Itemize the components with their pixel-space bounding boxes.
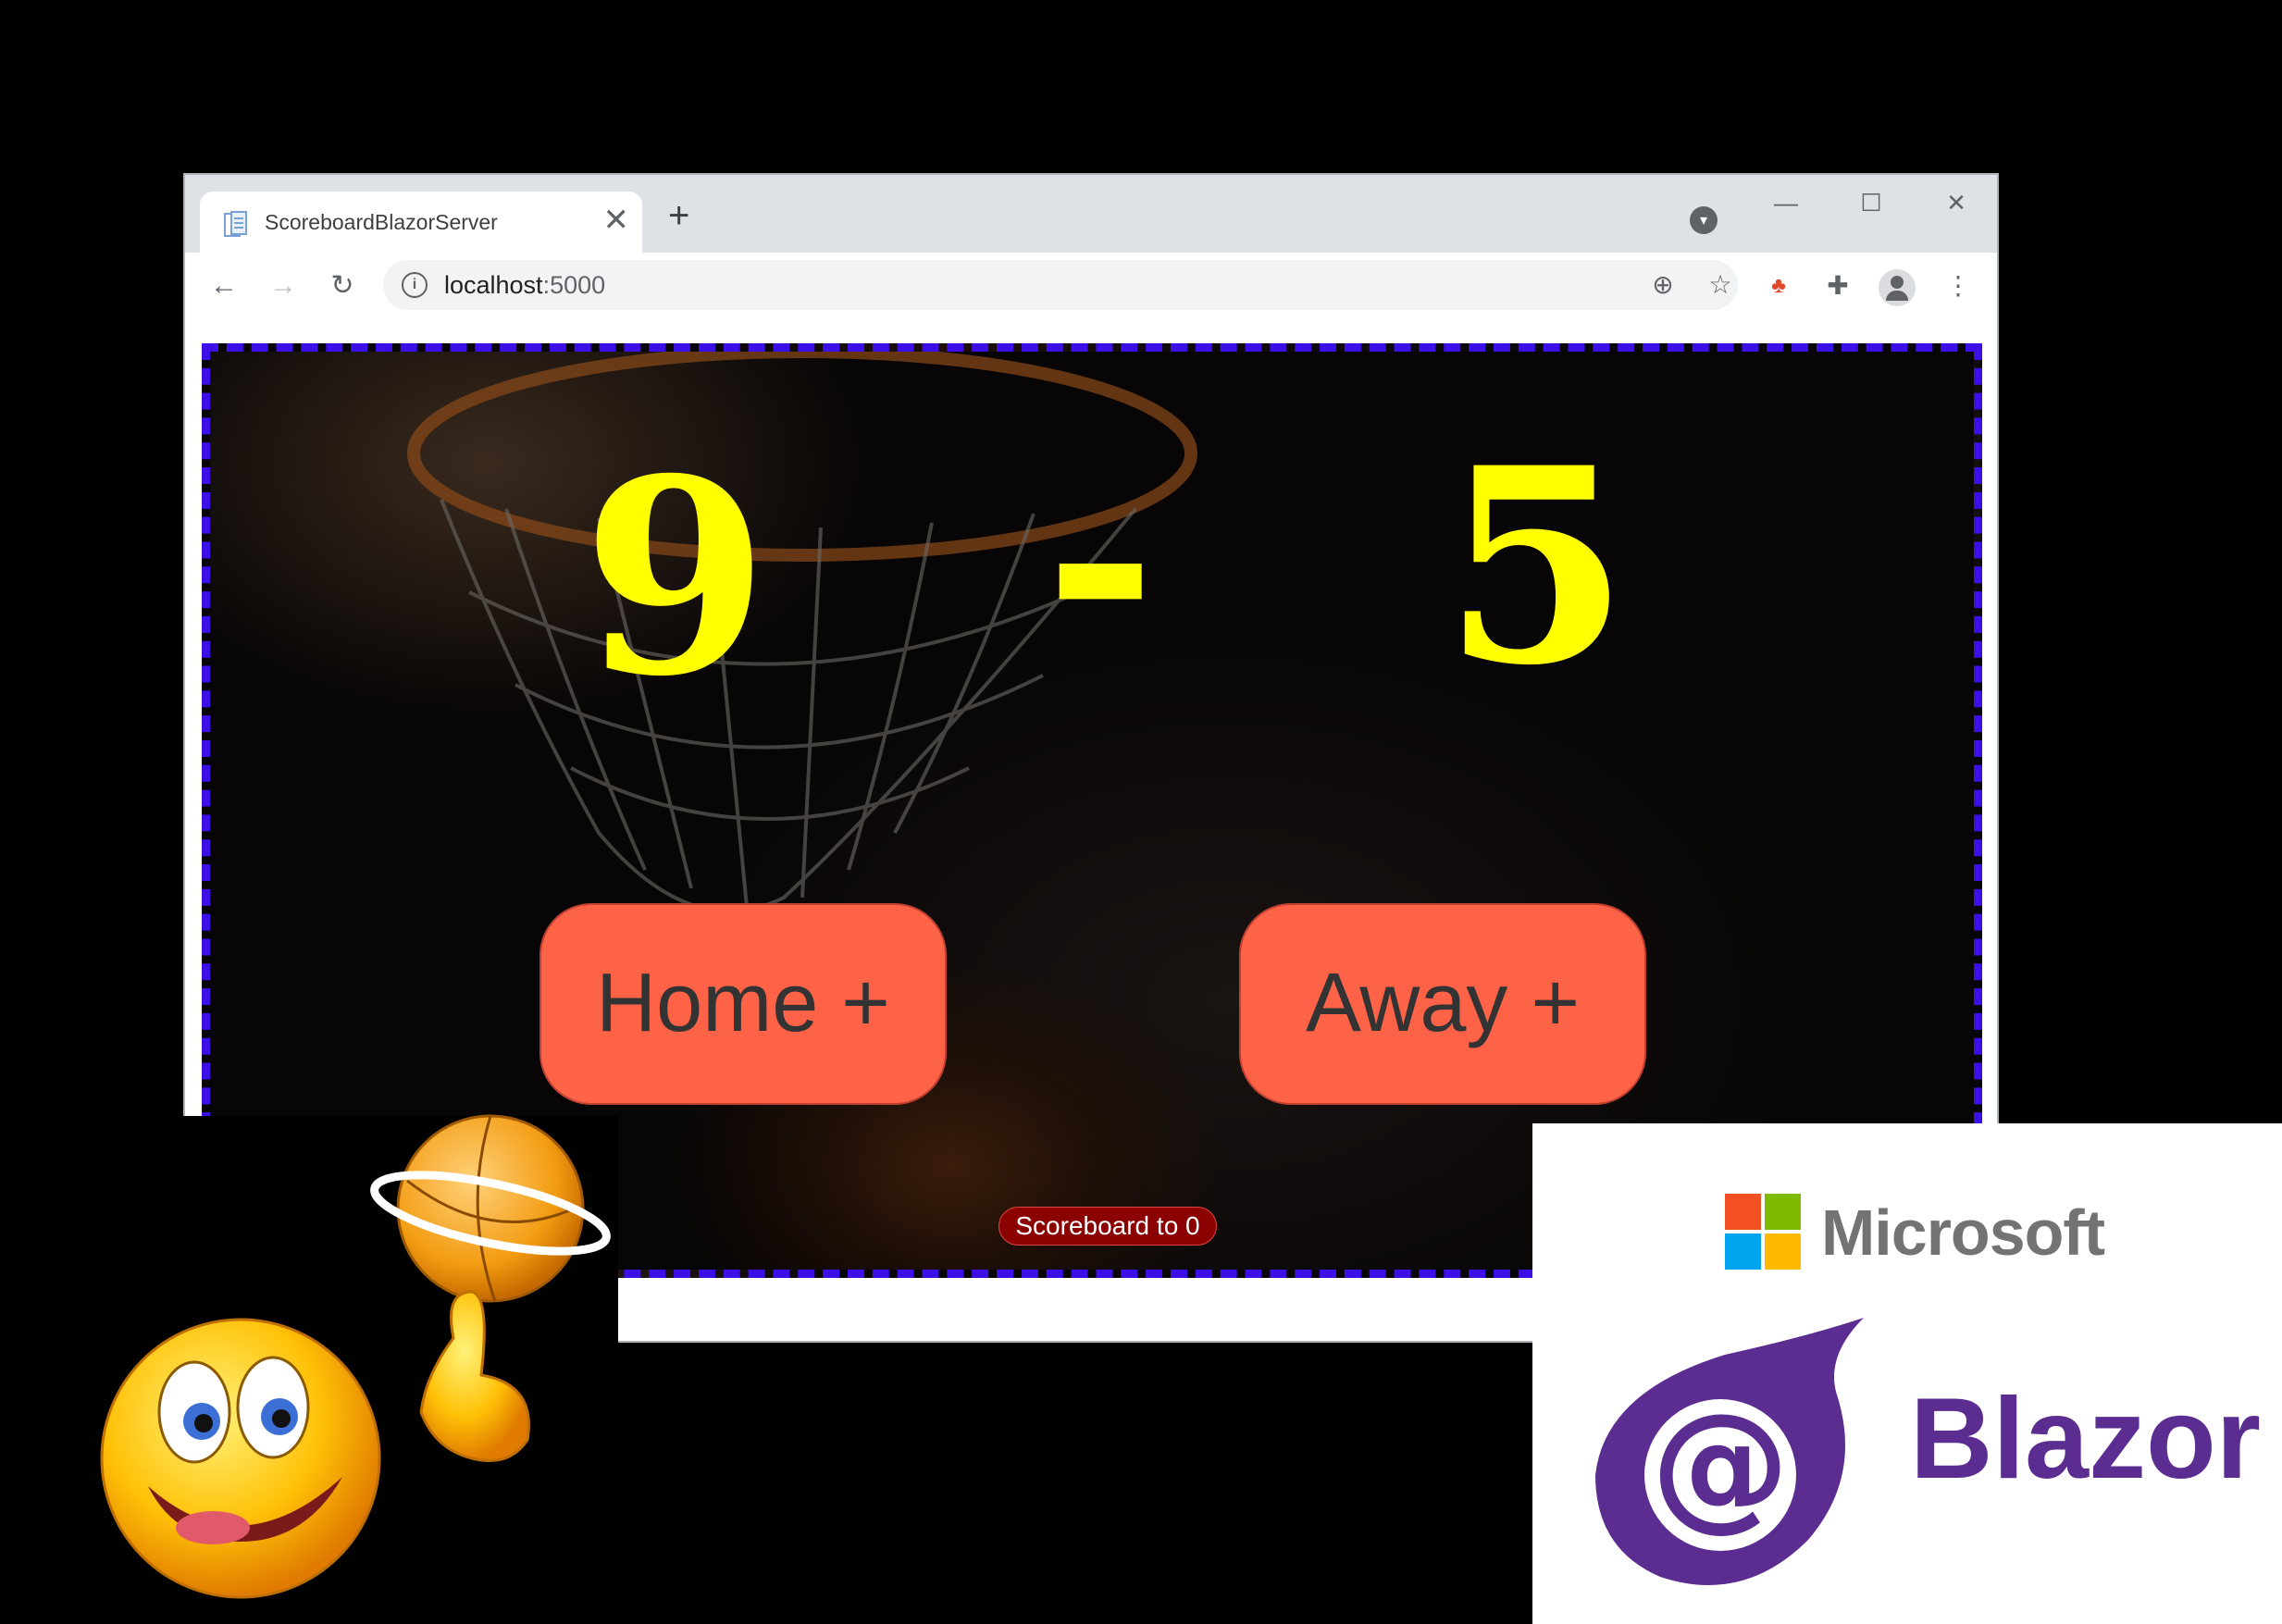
microsoft-wordmark: Microsoft [1821, 1196, 2105, 1269]
reload-icon[interactable]: ↻ [324, 267, 361, 304]
tab-strip: ScoreboardBlazorServer ✕ + ▾ — ☐ ✕ [185, 175, 1997, 253]
reset-scoreboard-button[interactable]: Scoreboard to 0 [998, 1207, 1217, 1246]
new-tab-button[interactable]: + [668, 197, 689, 234]
profile-avatar-icon[interactable] [1879, 269, 1916, 306]
score-separator: - [1045, 403, 1157, 717]
blazor-wordmark: Blazor [1910, 1375, 2261, 1503]
more-menu-icon[interactable]: ⋮ [1940, 267, 1977, 304]
away-score: 5 [1443, 410, 1630, 725]
minimize-icon[interactable]: — [1758, 184, 1814, 221]
url-text: localhost:5000 [444, 271, 605, 300]
forward-arrow-icon[interactable]: → [265, 267, 302, 304]
svg-text:@: @ [1651, 1384, 1790, 1545]
site-info-icon[interactable]: i [402, 272, 428, 298]
tab-title: ScoreboardBlazorServer [265, 210, 498, 234]
extension-sitemap-icon[interactable]: ♣ [1760, 267, 1797, 304]
logo-panel: Microsoft @ Blazor [1532, 1123, 2282, 1624]
zoom-icon[interactable]: ⊕ [1645, 267, 1680, 303]
back-arrow-icon[interactable]: ← [205, 267, 242, 304]
blazor-logo-icon: @ [1595, 1318, 1864, 1585]
extensions-puzzle-icon[interactable]: ✚ [1819, 267, 1856, 304]
home-plus-button[interactable]: Home + [539, 903, 947, 1105]
maximize-icon[interactable]: ☐ [1843, 184, 1899, 221]
spinning-basketball-emoji-image [100, 1114, 611, 1599]
url-host: localhost [444, 271, 543, 299]
home-score: 9 [582, 421, 769, 736]
page-favicon-icon [224, 211, 247, 237]
bookmark-star-icon[interactable]: ☆ [1703, 267, 1738, 303]
browser-tab[interactable]: ScoreboardBlazorServer ✕ [200, 192, 642, 253]
tab-close-icon[interactable]: ✕ [603, 203, 630, 238]
away-plus-button[interactable]: Away + [1239, 903, 1646, 1105]
microsoft-logo-icon [1725, 1194, 1803, 1271]
browser-toolbar: ← → ↻ i localhost:5000 ⊕ ☆ ♣ ✚ ⋮ [185, 253, 1997, 320]
url-port: :5000 [542, 271, 606, 299]
window-close-icon[interactable]: ✕ [1929, 184, 1984, 221]
tab-search-icon[interactable]: ▾ [1690, 206, 1718, 234]
address-bar[interactable]: i localhost:5000 ⊕ ☆ [383, 260, 1738, 310]
